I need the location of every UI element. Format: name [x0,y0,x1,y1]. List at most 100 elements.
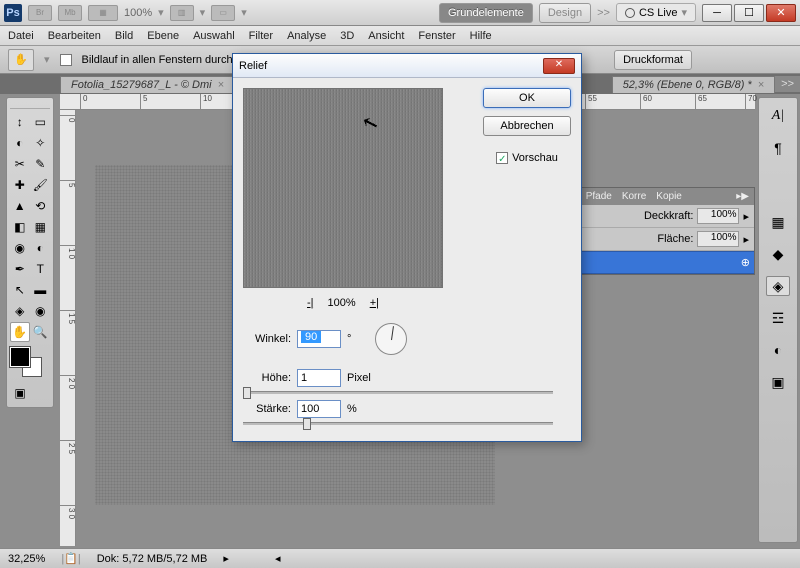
blur-tool[interactable]: ◉ [10,238,30,258]
bildlauf-label: Bildlauf in allen Fenstern durchfü [82,54,242,66]
strength-unit: % [347,403,357,415]
dialog-close-button[interactable]: ✕ [543,58,575,74]
eyedropper-tool[interactable]: ✎ [31,154,51,174]
ruler-vertical: 0 5 1 0 1 5 2 0 2 5 3 0 [60,110,76,546]
strength-slider[interactable] [243,422,553,425]
druckformat-button[interactable]: Druckformat [614,50,692,70]
workspace-grundelemente[interactable]: Grundelemente [439,3,533,23]
fill-input[interactable]: 100% [697,231,739,247]
menu-hilfe[interactable]: Hilfe [470,30,492,42]
strength-input[interactable] [297,400,341,418]
doc-tabs-more[interactable]: >> [775,76,800,92]
history-tool[interactable]: ⟲ [31,196,51,216]
height-input[interactable] [297,369,341,387]
preview-label: Vorschau [512,152,558,164]
menu-datei[interactable]: Datei [8,30,34,42]
panel-styles-icon[interactable]: ◆ [766,244,790,264]
filter-preview[interactable] [243,88,443,288]
panel-adjust-icon[interactable]: ☲ [766,308,790,328]
layer-link-icon[interactable]: ⊕ [741,256,750,269]
layers-tab-more[interactable]: ▸▶ [731,188,754,205]
relief-dialog: Relief ✕ OK Abbrechen ✓ Vorschau -| 100%… [232,53,582,442]
menu-fenster[interactable]: Fenster [418,30,455,42]
brush-tool[interactable]: 🖌 [31,175,51,195]
heal-tool[interactable]: ✚ [10,175,30,195]
eraser-tool[interactable]: ◧ [10,217,30,237]
type-tool[interactable]: T [31,259,51,279]
cslive-button[interactable]: CS Live▾ [616,3,696,22]
menu-auswahl[interactable]: Auswahl [193,30,235,42]
menu-bearbeiten[interactable]: Bearbeiten [48,30,101,42]
preview-checkbox[interactable]: ✓ [496,152,508,164]
layers-tab-korre[interactable]: Korre [617,188,651,205]
dialog-titlebar[interactable]: Relief ✕ [233,54,581,78]
layer-item-0[interactable]: ne 0 ⊕ [554,251,754,274]
menu-bild[interactable]: Bild [115,30,133,42]
screen-mode-icon[interactable]: ▭ [211,5,235,21]
3d-tool[interactable]: ◈ [10,301,30,321]
menu-ansicht[interactable]: Ansicht [368,30,404,42]
close-button[interactable]: ✕ [766,4,796,22]
bridge-button[interactable]: Br [28,5,52,21]
panel-para-icon[interactable]: ¶ [766,138,790,158]
camera-tool[interactable]: ◉ [31,301,51,321]
zoom-tool[interactable]: 🔍 [31,322,51,342]
cslive-icon [625,8,635,18]
panel-layers-icon[interactable]: ◈ [766,276,790,296]
panel-mask-icon[interactable]: ◐ [766,340,790,360]
gradient-tool[interactable]: ▦ [31,217,51,237]
opacity-input[interactable]: 100% [697,208,739,224]
panel-3d-icon[interactable]: ▣ [766,372,790,392]
height-unit: Pixel [347,372,371,384]
opacity-label: Deckkraft: [644,210,694,222]
frame-icon[interactable]: ▦ [88,5,118,21]
dialog-title: Relief [239,60,267,72]
zoom-out-button[interactable]: -| [307,297,314,309]
angle-input[interactable]: 90 [297,330,341,348]
quickmask-tool[interactable]: ▣ [10,383,30,403]
view-arrange-icon[interactable]: ▥ [170,5,194,21]
angle-label: Winkel: [243,333,291,345]
lasso-tool[interactable]: ◐ [10,133,30,153]
path-tool[interactable]: ↖ [10,280,30,300]
hand-tool-icon[interactable]: ✋ [8,49,34,71]
angle-dial[interactable] [375,323,407,355]
ps-logo: Ps [4,4,22,22]
color-swatch[interactable] [10,347,50,379]
menu-filter[interactable]: Filter [249,30,273,42]
workspace-more[interactable]: >> [597,7,610,19]
stamp-tool[interactable]: ▲ [10,196,30,216]
move-tool[interactable]: ↕ [10,112,30,132]
maximize-button[interactable]: ☐ [734,4,764,22]
crop-tool[interactable]: ✂ [10,154,30,174]
doc-tab-1[interactable]: Fotolia_15279687_L - © Dmi× [60,76,235,93]
menu-analyse[interactable]: Analyse [287,30,326,42]
panel-char-icon[interactable]: A| [766,106,790,126]
height-slider[interactable] [243,391,553,394]
shape-tool[interactable]: ▬ [31,280,51,300]
zoom-display[interactable]: 100% [124,7,152,19]
layers-panel: nen Pfade Korre Kopie ▸▶ Deckkraft: 100%… [553,187,755,275]
cancel-button[interactable]: Abbrechen [483,116,571,136]
marquee-tool[interactable]: ▭ [31,112,51,132]
minibridge-button[interactable]: Mb [58,5,82,21]
workspace-design[interactable]: Design [539,3,591,23]
minimize-button[interactable]: ─ [702,4,732,22]
doc-tab-2[interactable]: 52,3% (Ebene 0, RGB/8) *× [612,76,775,93]
menu-ebene[interactable]: Ebene [147,30,179,42]
zoom-in-button[interactable]: +| [370,297,379,309]
menu-3d[interactable]: 3D [340,30,354,42]
ok-button[interactable]: OK [483,88,571,108]
layers-tab-kopie[interactable]: Kopie [651,188,687,205]
wand-tool[interactable]: ✧ [31,133,51,153]
layers-tab-pfade[interactable]: Pfade [581,188,617,205]
panel-swatch-icon[interactable]: ▦ [766,212,790,232]
zoom-status[interactable]: 32,25% [8,553,45,565]
hand-tool[interactable]: ✋ [10,322,30,342]
dodge-tool[interactable]: ◐ [31,238,51,258]
pen-tool[interactable]: ✒ [10,259,30,279]
app-titlebar: Ps Br Mb ▦ 100% ▾ ▥▾ ▭▾ Grundelemente De… [0,0,800,26]
doc-status: Dok: 5,72 MB/5,72 MB [97,553,208,565]
right-dock: A| ¶ ▦ ◆ ◈ ☲ ◐ ▣ [758,97,798,543]
bildlauf-checkbox[interactable] [60,54,72,66]
